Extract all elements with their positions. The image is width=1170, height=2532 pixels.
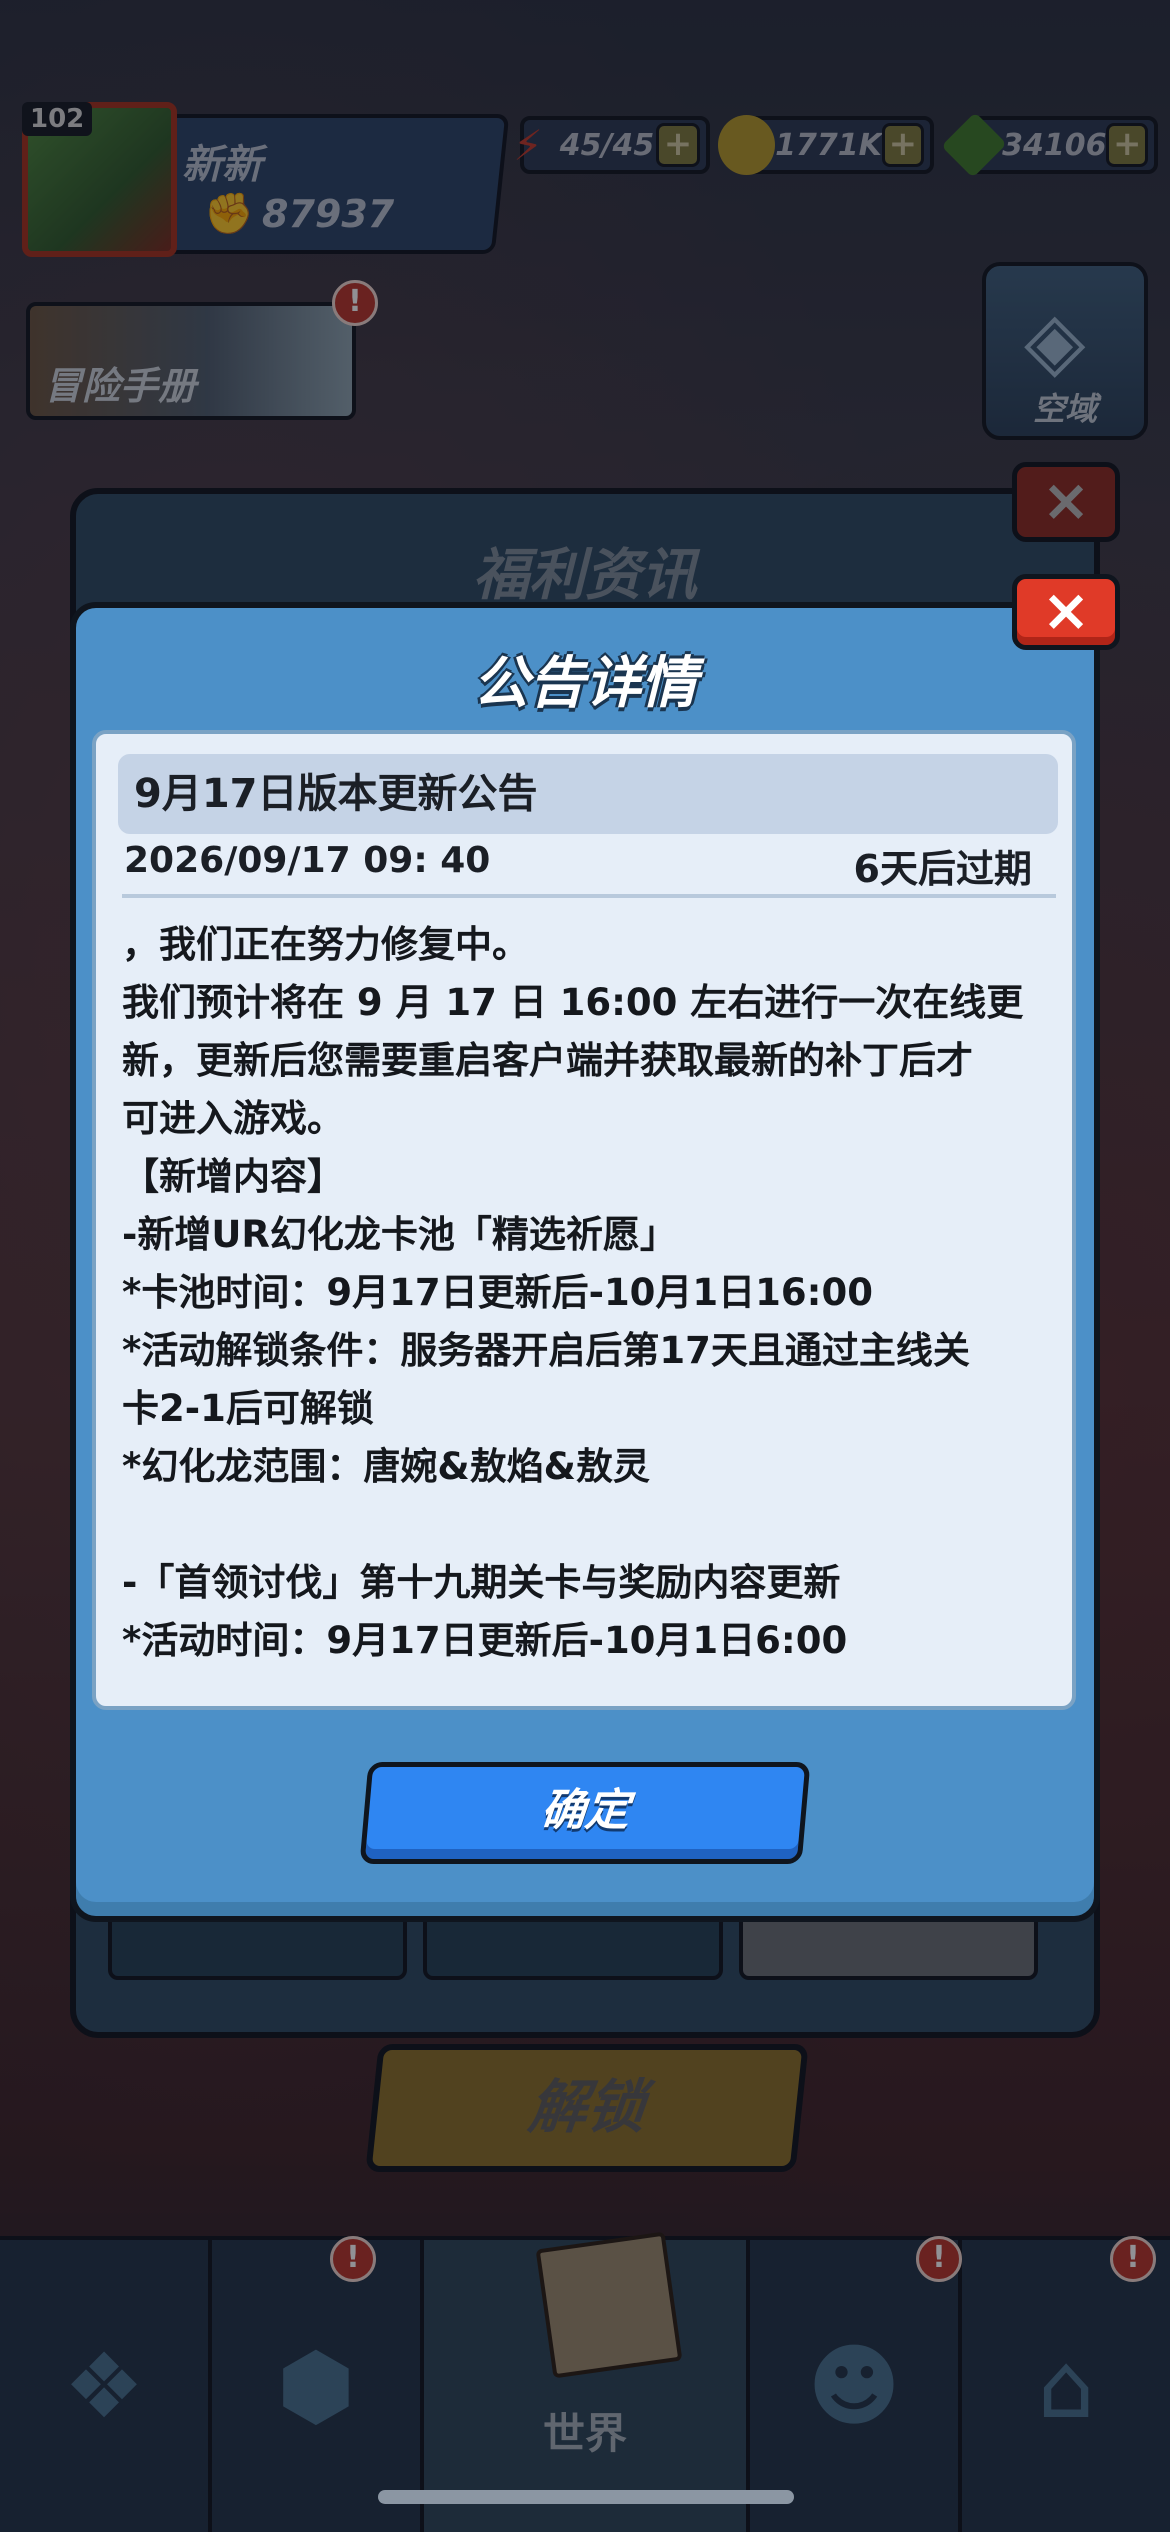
body-line: *卡池时间：9月17日更新后-10月1日16:00 xyxy=(122,1271,873,1314)
body-line: 【新增内容】 xyxy=(122,1155,344,1198)
divider xyxy=(122,894,1056,898)
dialog-close-button[interactable]: × xyxy=(1012,574,1120,650)
body-line xyxy=(122,1496,1062,1554)
body-line: 新，更新后您需要重启客户端并获取最新的补丁后才 xyxy=(122,1039,973,1082)
body-line: *活动时间：9月17日更新后-10月1日6:00 xyxy=(122,1619,848,1662)
announcement-date: 2026/09/17 09: 40 xyxy=(124,840,491,881)
dialog-title: 公告详情 xyxy=(473,651,697,716)
body-line: *活动解锁条件：服务器开启后第17天且通过主线关 xyxy=(122,1329,970,1372)
body-line: -新增UR幻化龙卡池「精选祈愿」 xyxy=(122,1213,677,1256)
home-indicator xyxy=(378,2490,794,2504)
body-line: 卡2-1后可解锁 xyxy=(122,1387,374,1430)
announcement-body[interactable]: ，我们正在努力修复中。 我们预计将在 9 月 17 日 16:00 左右进行一次… xyxy=(122,916,1062,1670)
confirm-button[interactable]: 确定 xyxy=(359,1762,811,1864)
body-line: ，我们正在努力修复中。 xyxy=(122,923,529,966)
announcement-title: 9月17日版本更新公告 xyxy=(118,754,1058,834)
body-line: *幻化龙范围：唐婉&敖焰&敖灵 xyxy=(122,1445,650,1488)
body-line: 我们预计将在 9 月 17 日 16:00 左右进行一次在线更 xyxy=(122,981,1024,1024)
body-line: -「首领讨伐」第十九期关卡与奖励内容更新 xyxy=(122,1561,841,1604)
announcement-card: 9月17日版本更新公告 2026/09/17 09: 40 6天后过期 ，我们正… xyxy=(92,730,1076,1710)
announcement-expiry: 6天后过期 xyxy=(853,847,1032,891)
body-line: 可进入游戏。 xyxy=(122,1097,344,1140)
